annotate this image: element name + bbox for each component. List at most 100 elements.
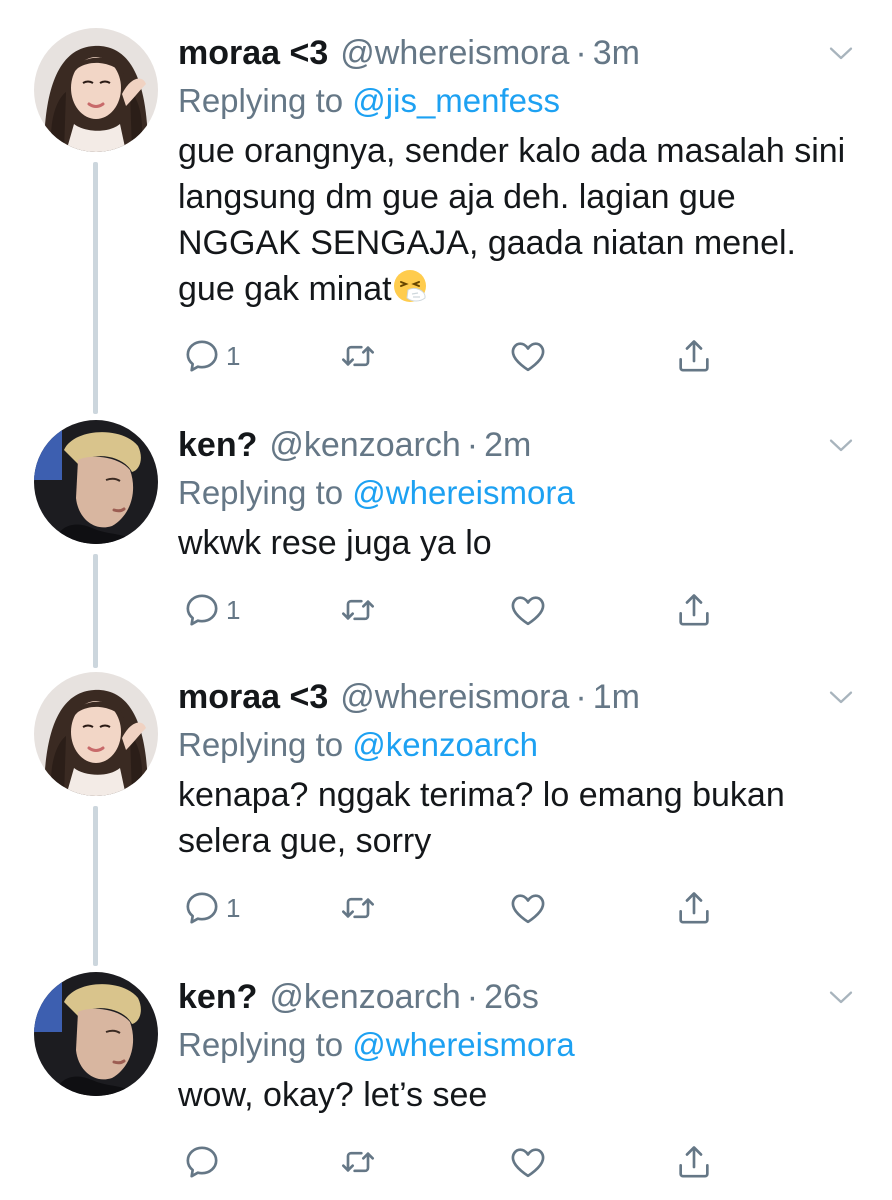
retweet-icon: [338, 1142, 378, 1182]
mention-link[interactable]: @kenzoarch: [352, 726, 538, 763]
chevron-down-icon[interactable]: [826, 38, 856, 68]
timestamp[interactable]: 1m: [593, 678, 640, 717]
replying-to-label: Replying to: [178, 726, 344, 763]
tweet-header: ken? @kenzoarch · 2m: [178, 420, 862, 470]
reply-button[interactable]: 1: [182, 882, 240, 934]
tweet[interactable]: moraa <3 @whereismora · 3m Replying to @…: [0, 28, 892, 414]
action-bar: 1: [178, 330, 862, 390]
avatar-image: [34, 972, 158, 1096]
reply-icon: [182, 336, 222, 376]
reply-button[interactable]: [182, 1136, 222, 1188]
tweet-text: gue orangnya, sender kalo ada masalah si…: [178, 128, 862, 312]
sneezing-face-emoji: [392, 268, 428, 304]
user-handle[interactable]: @whereismora: [340, 34, 569, 73]
retweet-button[interactable]: [338, 330, 378, 382]
display-name[interactable]: moraa <3: [178, 678, 328, 717]
tweet-text: wow, okay? let’s see: [178, 1076, 488, 1114]
user-handle[interactable]: @kenzoarch: [269, 426, 460, 465]
thread-connector: [93, 806, 98, 966]
user-handle[interactable]: @whereismora: [340, 678, 569, 717]
reply-count: 1: [226, 892, 241, 923]
avatar[interactable]: [34, 420, 158, 544]
tweet-text-content: gue orangnya, sender kalo ada masalah si…: [178, 132, 846, 308]
replying-to-label: Replying to: [178, 1026, 344, 1063]
avatar-image: [34, 28, 158, 152]
separator-dot: ·: [466, 977, 479, 1016]
thread-connector: [93, 162, 98, 414]
tweet-text: kenapa? nggak terima? lo emang bukan sel…: [178, 776, 785, 860]
user-handle[interactable]: @kenzoarch: [269, 978, 460, 1017]
tweet-header: ken? @kenzoarch · 26s: [178, 972, 862, 1022]
heart-icon: [508, 1142, 548, 1182]
mention-link[interactable]: @whereismora: [352, 474, 574, 511]
retweet-button[interactable]: [338, 882, 378, 934]
mention-link[interactable]: @jis_menfess: [352, 82, 560, 119]
share-button[interactable]: [674, 330, 714, 382]
like-button[interactable]: [508, 330, 548, 382]
avatar[interactable]: [34, 972, 158, 1096]
like-button[interactable]: [508, 584, 548, 636]
heart-icon: [508, 590, 548, 630]
reply-icon: [182, 590, 222, 630]
timestamp[interactable]: 2m: [484, 426, 531, 465]
action-bar: 1: [178, 882, 862, 942]
tweet-content: ken? @kenzoarch · 2m Replying to @wherei…: [178, 420, 862, 644]
reply-button[interactable]: 1: [182, 584, 240, 636]
replying-to: Replying to @kenzoarch: [178, 722, 862, 768]
replying-to: Replying to @jis_menfess: [178, 78, 862, 124]
replying-to-label: Replying to: [178, 82, 344, 119]
tweet-text: wkwk rese juga ya lo: [178, 524, 492, 562]
retweet-button[interactable]: [338, 1136, 378, 1188]
avatar-image: [34, 420, 158, 544]
reply-button[interactable]: 1: [182, 330, 240, 382]
timestamp[interactable]: 26s: [484, 978, 539, 1017]
tweet[interactable]: moraa <3 @whereismora · 1m Replying to @…: [0, 672, 892, 966]
replying-to: Replying to @whereismora: [178, 470, 862, 516]
separator-dot: ·: [575, 33, 587, 72]
retweet-icon: [338, 590, 378, 630]
share-icon: [674, 590, 714, 630]
tweet[interactable]: ken? @kenzoarch · 2m Replying to @wherei…: [0, 420, 892, 668]
avatar-image: [34, 672, 158, 796]
tweet-header: moraa <3 @whereismora · 1m: [178, 672, 862, 722]
retweet-icon: [338, 336, 378, 376]
action-bar: 1: [178, 584, 862, 644]
chevron-down-icon[interactable]: [826, 682, 856, 712]
mention-link[interactable]: @whereismora: [352, 1026, 574, 1063]
heart-icon: [508, 336, 548, 376]
tweet-content: moraa <3 @whereismora · 1m Replying to @…: [178, 672, 862, 942]
retweet-icon: [338, 888, 378, 928]
display-name[interactable]: ken?: [178, 978, 257, 1017]
reply-count: 1: [226, 340, 241, 371]
like-button[interactable]: [508, 882, 548, 934]
share-button[interactable]: [674, 1136, 714, 1188]
tweet[interactable]: ken? @kenzoarch · 26s Replying to @where…: [0, 972, 892, 1200]
display-name[interactable]: ken?: [178, 426, 257, 465]
reply-count: 1: [226, 594, 241, 625]
action-bar: [178, 1136, 862, 1196]
share-icon: [674, 1142, 714, 1182]
separator-dot: ·: [575, 677, 587, 716]
share-icon: [674, 888, 714, 928]
like-button[interactable]: [508, 1136, 548, 1188]
share-icon: [674, 336, 714, 376]
replying-to: Replying to @whereismora: [178, 1022, 862, 1068]
share-button[interactable]: [674, 584, 714, 636]
retweet-button[interactable]: [338, 584, 378, 636]
heart-icon: [508, 888, 548, 928]
reply-icon: [182, 1142, 222, 1182]
chevron-down-icon[interactable]: [826, 430, 856, 460]
timestamp[interactable]: 3m: [593, 34, 640, 73]
share-button[interactable]: [674, 882, 714, 934]
avatar[interactable]: [34, 672, 158, 796]
chevron-down-icon[interactable]: [826, 982, 856, 1012]
reply-icon: [182, 888, 222, 928]
separator-dot: ·: [466, 425, 479, 464]
thread-connector: [93, 554, 98, 668]
tweet-header: moraa <3 @whereismora · 3m: [178, 28, 862, 78]
replying-to-label: Replying to: [178, 474, 344, 511]
avatar[interactable]: [34, 28, 158, 152]
tweet-content: ken? @kenzoarch · 26s Replying to @where…: [178, 972, 862, 1196]
tweet-content: moraa <3 @whereismora · 3m Replying to @…: [178, 28, 862, 390]
display-name[interactable]: moraa <3: [178, 34, 328, 73]
